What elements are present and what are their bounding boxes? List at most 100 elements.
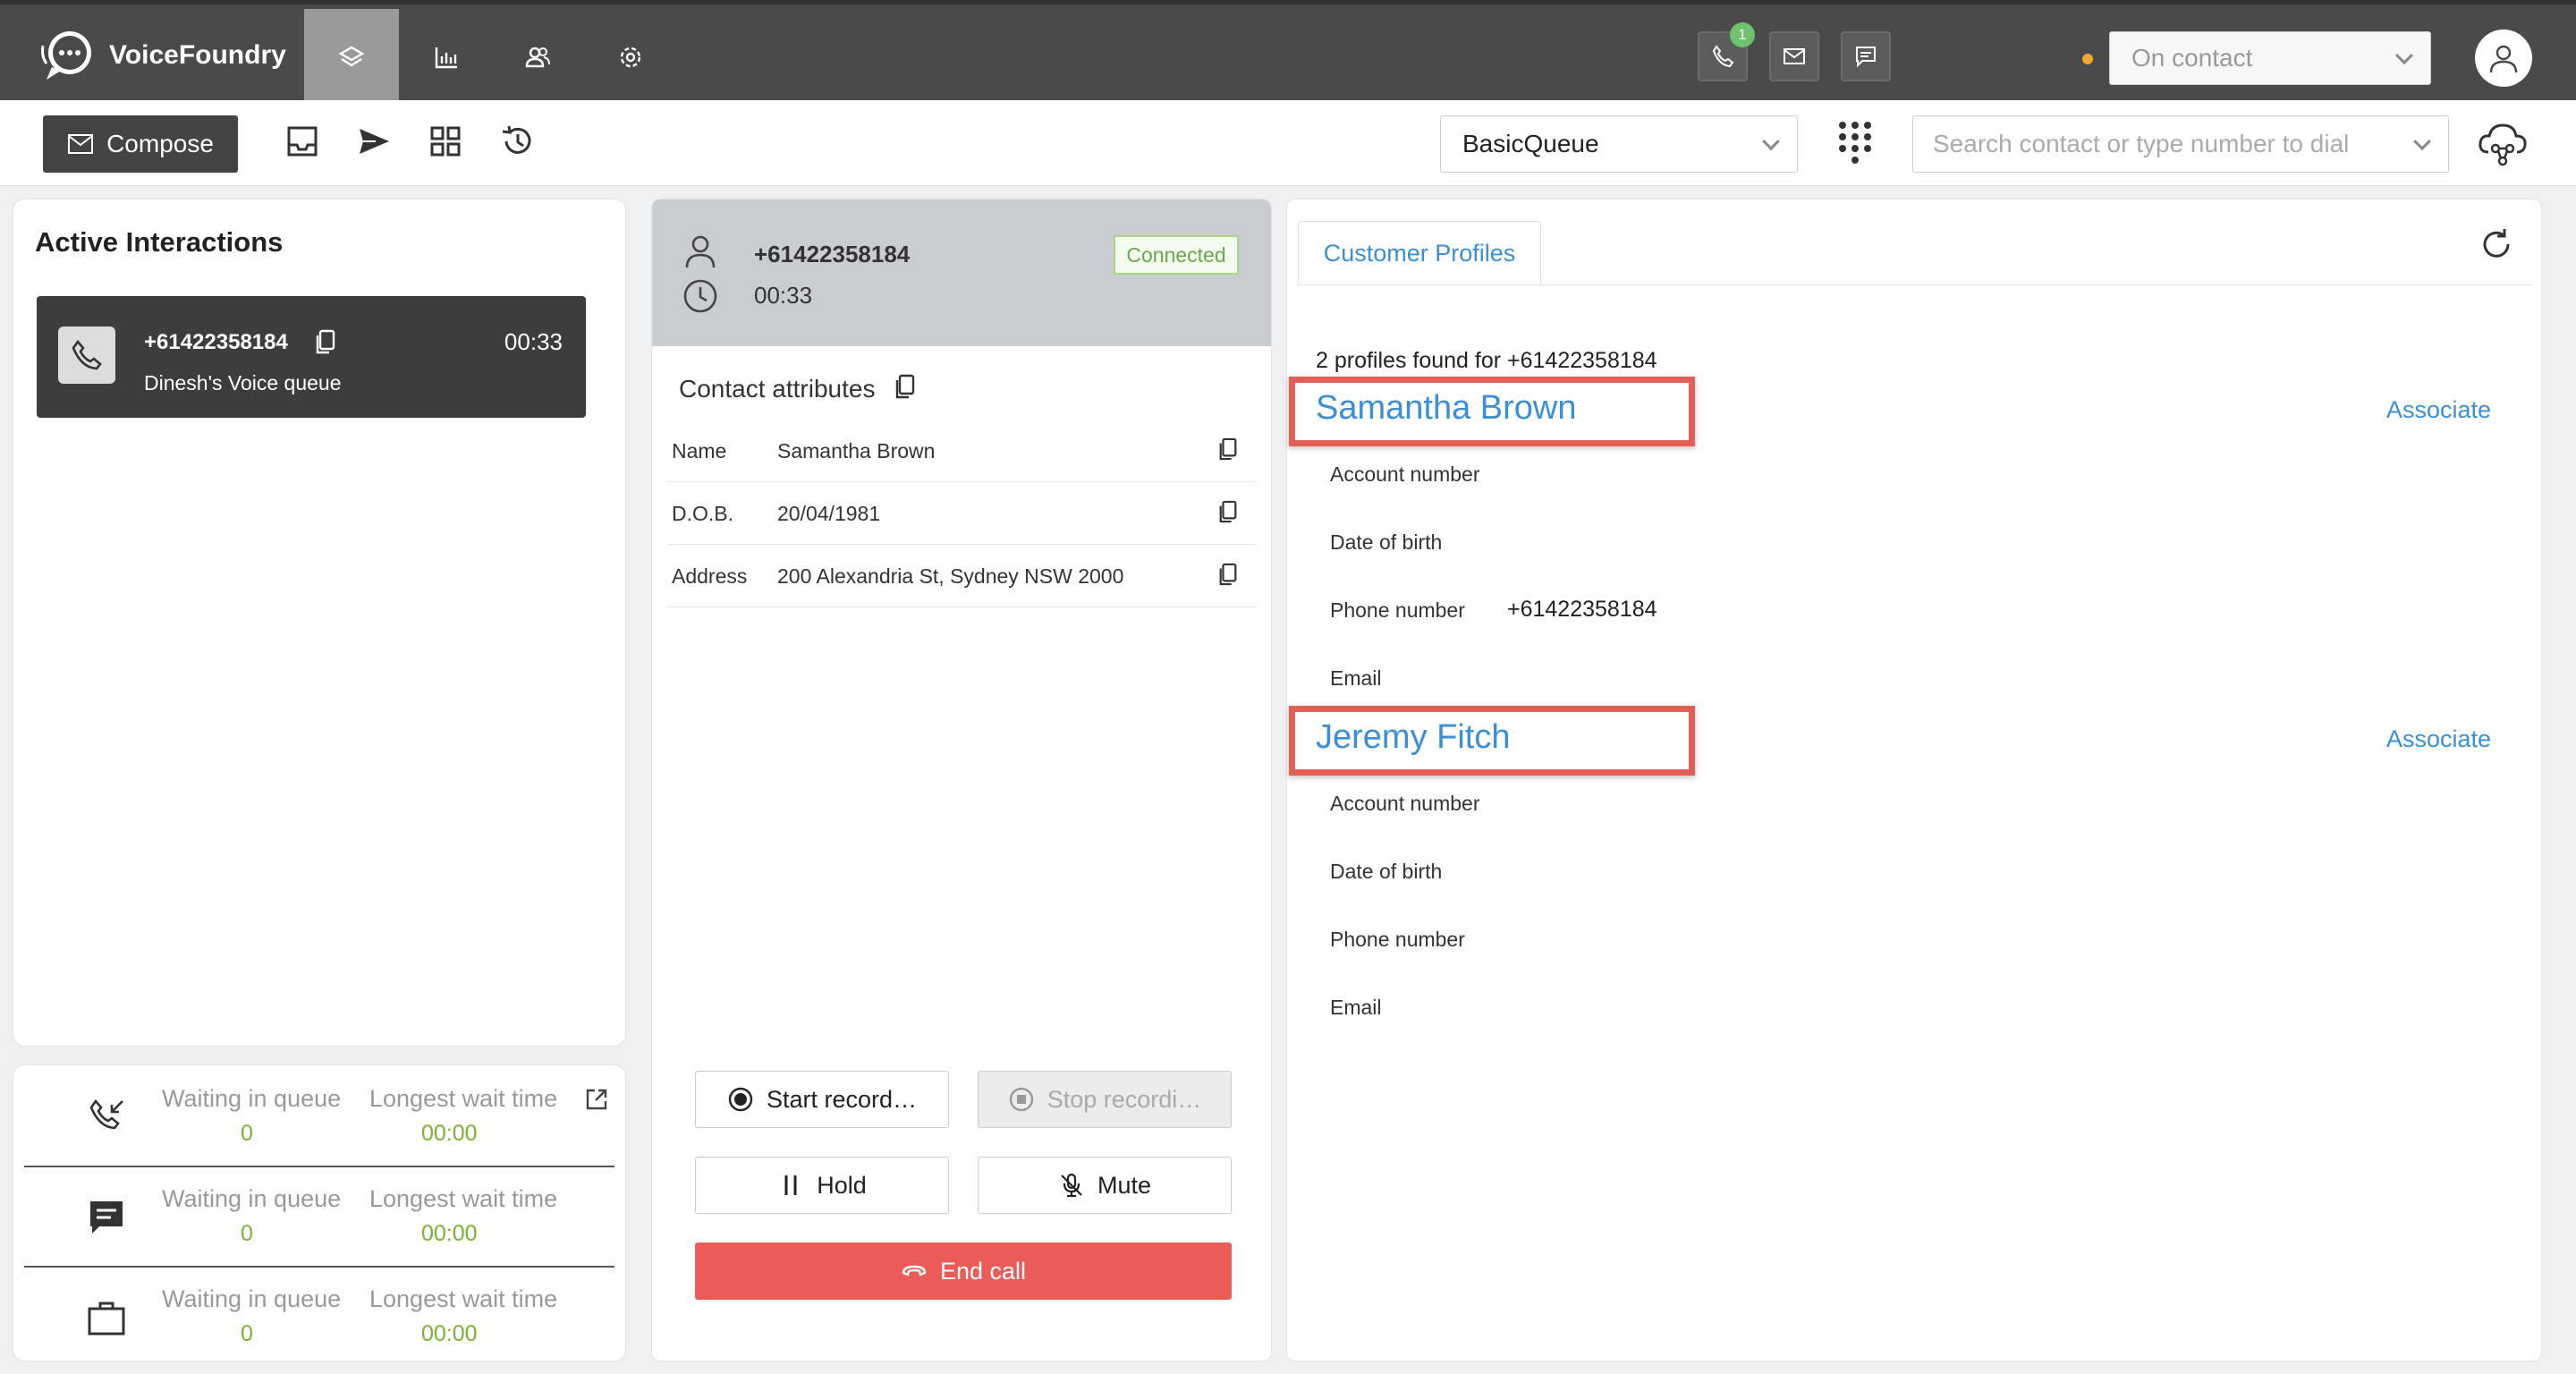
profile-field-label: Date of birth — [1330, 530, 1443, 554]
copy-icon[interactable] — [1217, 498, 1239, 525]
hold-button[interactable]: Hold — [695, 1157, 949, 1214]
queue-stats-panel: Waiting in queue 0 Longest wait time 00:… — [13, 1064, 626, 1361]
profile-field-label: Date of birth — [1330, 860, 1443, 883]
profile-field-label: Phone number — [1330, 598, 1465, 622]
grid-view-button[interactable] — [426, 122, 465, 161]
active-interactions-panel: Active Interactions +61422358184 Dinesh'… — [13, 199, 626, 1047]
email-channel-button[interactable] — [1769, 31, 1819, 81]
hold-label: Hold — [817, 1171, 867, 1199]
longest-wait-value: 00:00 — [421, 1321, 478, 1346]
toolbar: Compose BasicQueue Search contact or typ… — [0, 100, 2576, 186]
phone-channel-button[interactable]: 1 — [1698, 22, 1755, 81]
profile-field-label: Account number — [1330, 462, 1480, 486]
call-panel: +61422358184 00:33 Connected Contact att… — [651, 199, 1272, 1361]
nav-contacts[interactable] — [490, 9, 585, 105]
mute-label: Mute — [1097, 1171, 1152, 1199]
profile-field-label: Email — [1330, 666, 1382, 690]
mute-button[interactable]: Mute — [978, 1157, 1232, 1214]
interaction-timer: 00:33 — [504, 328, 563, 355]
start-recording-label: Start record… — [766, 1085, 918, 1113]
user-icon — [2489, 45, 2518, 73]
inbox-button[interactable] — [283, 122, 322, 161]
end-call-button[interactable]: End call — [695, 1243, 1232, 1300]
waiting-value: 0 — [241, 1121, 253, 1146]
nav-layers[interactable] — [304, 9, 399, 105]
profile-field-label: Account number — [1330, 792, 1480, 815]
profile-name[interactable]: Samantha Brown — [1316, 389, 1577, 428]
start-recording-button[interactable]: Start record… — [695, 1071, 949, 1128]
bar-chart-icon — [435, 47, 457, 68]
profile-field-label: Email — [1330, 996, 1382, 1019]
sent-button[interactable] — [354, 122, 394, 161]
clock-icon — [683, 279, 717, 313]
customer-profiles-panel: Customer Profiles 2 profiles found for +… — [1286, 199, 2542, 1361]
chat-channel-button[interactable] — [1841, 31, 1891, 81]
stop-recording-button[interactable]: Stop recordi… — [978, 1071, 1232, 1128]
attribute-value: 200 Alexandria St, Sydney NSW 2000 — [777, 564, 1124, 588]
profiles-found-text: 2 profiles found for +61422358184 — [1316, 348, 1657, 373]
top-nav-bar: VoiceFoundry 1 On contact — [0, 0, 2576, 105]
compose-button[interactable]: Compose — [43, 115, 238, 173]
external-link-icon[interactable] — [584, 1087, 609, 1112]
compose-label: Compose — [106, 130, 214, 157]
longest-wait-label: Longest wait time — [369, 1285, 558, 1312]
queue-stat-row: Waiting in queue 0 Longest wait time 00:… — [24, 1269, 614, 1368]
copy-icon[interactable] — [1217, 561, 1239, 588]
cloud-network-icon[interactable] — [2476, 118, 2529, 168]
waiting-label: Waiting in queue — [162, 1285, 342, 1312]
agent-status-select[interactable]: On contact — [2109, 31, 2431, 85]
briefcase-icon — [88, 1302, 125, 1336]
call-number: +61422358184 — [754, 241, 911, 267]
copy-icon[interactable] — [1217, 436, 1239, 462]
copy-icon[interactable] — [894, 373, 917, 400]
copy-icon[interactable] — [314, 328, 337, 355]
refresh-icon[interactable] — [2479, 226, 2514, 262]
send-icon — [360, 129, 389, 154]
brand: VoiceFoundry — [39, 24, 286, 87]
stop-icon — [1009, 1087, 1033, 1112]
interaction-number: +61422358184 — [144, 330, 288, 354]
user-avatar[interactable] — [2475, 30, 2532, 87]
associate-link[interactable]: Associate — [2386, 396, 2491, 424]
longest-wait-value: 00:00 — [421, 1221, 478, 1246]
profile-name[interactable]: Jeremy Fitch — [1316, 718, 1510, 757]
history-button[interactable] — [497, 122, 537, 161]
interaction-queue: Dinesh's Voice queue — [144, 371, 342, 394]
incoming-call-icon — [89, 1098, 123, 1130]
associate-link[interactable]: Associate — [2386, 725, 2491, 753]
dial-search-input[interactable]: Search contact or type number to dial — [1912, 115, 2449, 173]
longest-wait-label: Longest wait time — [369, 1085, 558, 1112]
agent-status-dot — [2082, 54, 2093, 64]
gear-icon — [620, 47, 641, 67]
panel-title: Active Interactions — [35, 226, 284, 258]
layers-icon — [338, 46, 365, 66]
dial-search-placeholder: Search contact or type number to dial — [1933, 130, 2350, 157]
chat-icon — [1856, 47, 1876, 68]
mic-off-icon — [1061, 1173, 1082, 1198]
tab-customer-profiles[interactable]: Customer Profiles — [1298, 221, 1541, 285]
waiting-value: 0 — [241, 1321, 253, 1346]
call-header: +61422358184 00:33 Connected — [652, 199, 1271, 346]
attribute-row-name: Name Samantha Brown — [666, 420, 1257, 482]
waiting-value: 0 — [241, 1221, 253, 1246]
chat-icon — [90, 1201, 123, 1234]
interaction-card[interactable]: +61422358184 Dinesh's Voice queue 00:33 — [37, 296, 586, 418]
nav-metrics[interactable] — [399, 9, 494, 105]
queue-stat-row: Waiting in queue 0 Longest wait time 00:… — [24, 1069, 614, 1167]
contact-attributes-title: Contact attributes — [679, 375, 876, 403]
attribute-key: Name — [672, 439, 727, 462]
chevron-down-icon — [1762, 132, 1780, 151]
queue-select[interactable]: BasicQueue — [1440, 115, 1798, 173]
phone-icon-wrap — [58, 327, 115, 384]
person-icon — [685, 235, 716, 268]
phone-icon — [72, 339, 102, 370]
agent-status-value: On contact — [2131, 44, 2253, 72]
nav-settings[interactable] — [583, 9, 678, 105]
end-call-label: End call — [939, 1257, 1027, 1285]
attribute-row-dob: D.O.B. 20/04/1981 — [666, 482, 1257, 545]
users-icon — [525, 47, 550, 67]
dialpad-icon[interactable] — [1835, 118, 1875, 168]
mail-icon — [1784, 48, 1805, 64]
call-duration: 00:33 — [754, 282, 813, 309]
queue-stat-row: Waiting in queue 0 Longest wait time 00:… — [24, 1169, 614, 1268]
